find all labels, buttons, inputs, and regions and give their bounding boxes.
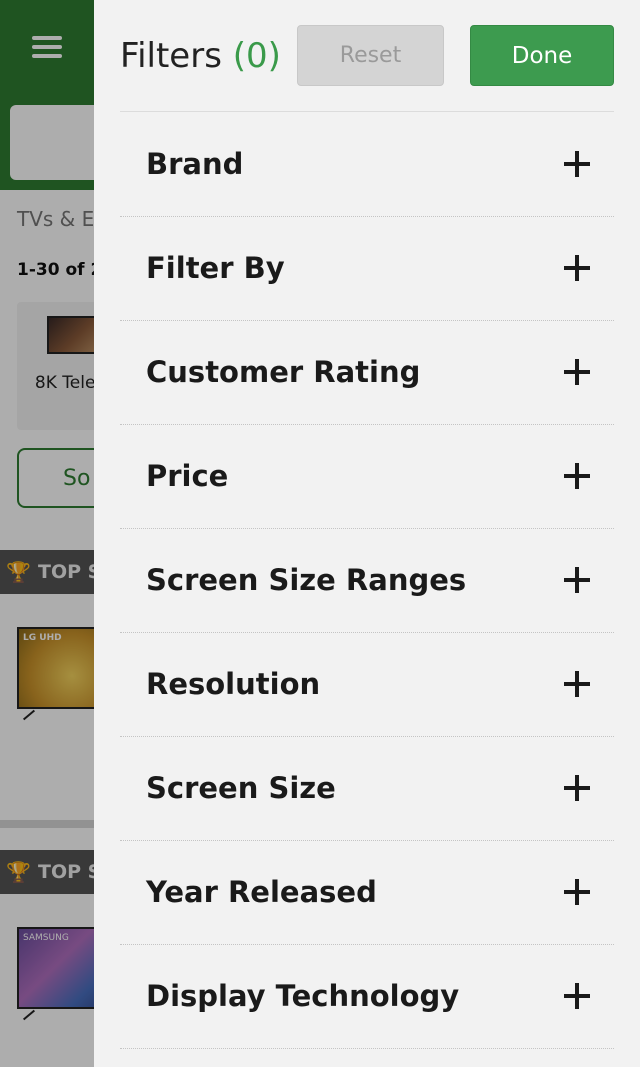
filter-item-label: Screen Size Ranges	[146, 563, 467, 597]
plus-icon[interactable]	[564, 983, 590, 1009]
filter-item-display-technology[interactable]: Display Technology	[120, 945, 614, 1049]
reset-button[interactable]: Reset	[297, 25, 444, 86]
filter-item-label: Brand	[146, 147, 244, 181]
filter-item-price[interactable]: Price	[120, 425, 614, 529]
header-divider	[120, 111, 614, 112]
filter-item-label: Price	[146, 459, 229, 493]
filter-list: Brand Filter By Customer Rating Price Sc…	[120, 113, 614, 1049]
filters-panel: Filters (0) Reset Done Brand Filter By C…	[94, 0, 640, 1067]
filter-item-label: Display Technology	[146, 979, 460, 1013]
filter-item-screen-size[interactable]: Screen Size	[120, 737, 614, 841]
filter-item-label: Resolution	[146, 667, 321, 701]
filter-item-label: Customer Rating	[146, 355, 421, 389]
done-button[interactable]: Done	[470, 25, 614, 86]
plus-icon[interactable]	[564, 463, 590, 489]
filter-item-resolution[interactable]: Resolution	[120, 633, 614, 737]
plus-icon[interactable]	[564, 151, 590, 177]
filter-item-label: Year Released	[146, 875, 377, 909]
filter-item-label: Screen Size	[146, 771, 336, 805]
plus-icon[interactable]	[564, 359, 590, 385]
filters-title-text: Filters	[120, 36, 222, 76]
plus-icon[interactable]	[564, 879, 590, 905]
filter-item-brand[interactable]: Brand	[120, 113, 614, 217]
filter-item-year-released[interactable]: Year Released	[120, 841, 614, 945]
filter-item-label: Filter By	[146, 251, 285, 285]
plus-icon[interactable]	[564, 567, 590, 593]
filter-item-screen-size-ranges[interactable]: Screen Size Ranges	[120, 529, 614, 633]
filters-title: Filters (0)	[120, 36, 281, 76]
filters-header: Filters (0) Reset Done	[94, 0, 640, 112]
filters-count: (0)	[232, 36, 281, 76]
filter-item-filter-by[interactable]: Filter By	[120, 217, 614, 321]
filter-item-customer-rating[interactable]: Customer Rating	[120, 321, 614, 425]
plus-icon[interactable]	[564, 775, 590, 801]
plus-icon[interactable]	[564, 255, 590, 281]
plus-icon[interactable]	[564, 671, 590, 697]
